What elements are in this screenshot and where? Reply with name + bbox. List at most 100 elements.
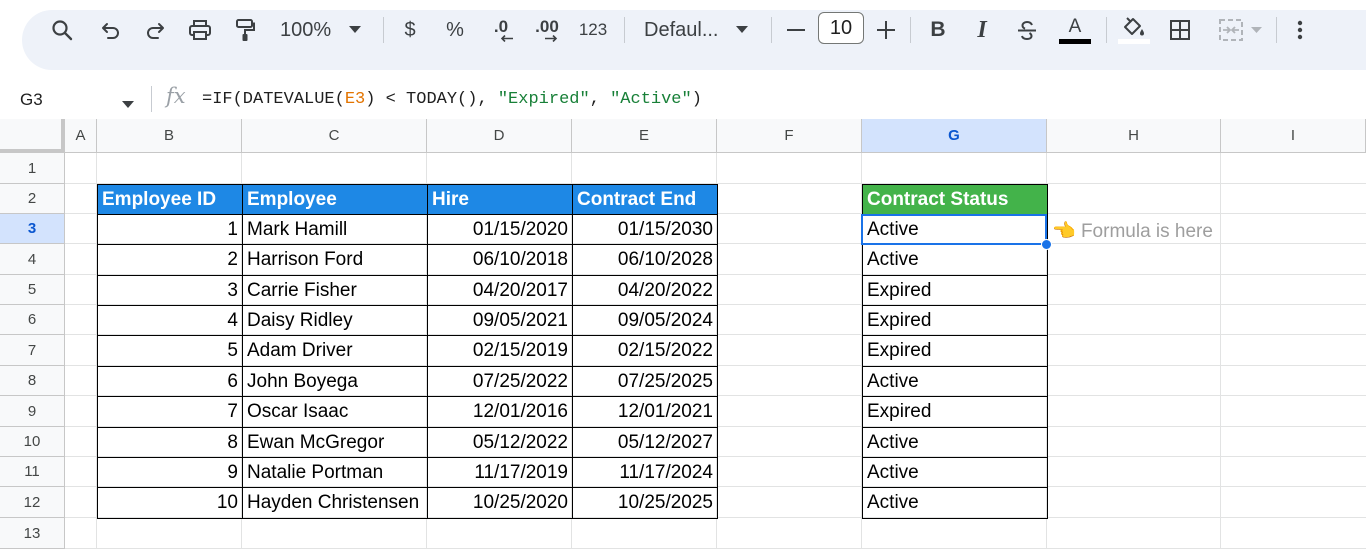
table-header-cell[interactable]: Employee ID: [97, 184, 243, 215]
column-header-h[interactable]: H: [1047, 119, 1221, 153]
table-cell[interactable]: 05/12/2022: [427, 427, 573, 458]
font-size-input[interactable]: 10: [818, 12, 864, 44]
table-cell[interactable]: Daisy Ridley: [242, 305, 428, 336]
table-cell[interactable]: 01/15/2020: [427, 214, 573, 245]
formula-input[interactable]: =IF(DATEVALUE(E3) < TODAY(), "Expired", …: [202, 86, 702, 114]
name-box-dropdown-icon[interactable]: [122, 96, 134, 114]
table-cell[interactable]: 02/15/2019: [427, 335, 573, 367]
table-cell[interactable]: 3: [97, 275, 243, 306]
row-header[interactable]: 11: [0, 457, 65, 487]
table-cell[interactable]: 12/01/2021: [572, 396, 718, 428]
paint-format-icon[interactable]: [232, 0, 258, 60]
table-cell[interactable]: Mark Hamill: [242, 214, 428, 245]
table-cell[interactable]: Harrison Ford: [242, 244, 428, 276]
table-cell[interactable]: Ewan McGregor: [242, 427, 428, 458]
column-header-b[interactable]: B: [97, 119, 242, 153]
table-cell[interactable]: Natalie Portman: [242, 457, 428, 488]
table-header-cell[interactable]: Contract End: [572, 184, 718, 215]
row-header[interactable]: 2: [0, 184, 65, 214]
table-cell[interactable]: 05/12/2027: [572, 427, 718, 458]
table-cell[interactable]: Carrie Fisher: [242, 275, 428, 306]
bold-button[interactable]: B: [926, 0, 950, 60]
table-cell[interactable]: 4: [97, 305, 243, 336]
table-cell[interactable]: 04/20/2022: [572, 275, 718, 306]
selected-cell-outline[interactable]: [861, 214, 1047, 245]
table-cell[interactable]: 07/25/2022: [427, 366, 573, 397]
column-header-f[interactable]: F: [717, 119, 862, 153]
status-cell[interactable]: Expired: [862, 275, 1048, 306]
table-cell[interactable]: 1: [97, 214, 243, 245]
status-cell[interactable]: Expired: [862, 335, 1048, 367]
column-header-g[interactable]: G: [862, 119, 1047, 153]
table-cell[interactable]: 04/20/2017: [427, 275, 573, 306]
table-cell[interactable]: 09/05/2021: [427, 305, 573, 336]
row-header[interactable]: 8: [0, 366, 65, 396]
select-all-corner[interactable]: [0, 119, 65, 153]
status-cell[interactable]: Expired: [862, 305, 1048, 336]
redo-icon[interactable]: [142, 0, 168, 60]
table-cell[interactable]: 6: [97, 366, 243, 397]
row-header[interactable]: 9: [0, 396, 65, 427]
row-header[interactable]: 7: [0, 335, 65, 366]
row-header[interactable]: 3: [0, 214, 65, 244]
more-formats-button[interactable]: 123: [576, 0, 610, 60]
fill-handle[interactable]: [1041, 239, 1052, 250]
decrease-decimal-button[interactable]: .0: [486, 0, 516, 60]
undo-icon[interactable]: [98, 0, 124, 60]
row-header[interactable]: 4: [0, 244, 65, 275]
table-cell[interactable]: 06/10/2028: [572, 244, 718, 276]
table-cell[interactable]: 9: [97, 457, 243, 488]
column-header-a[interactable]: A: [65, 119, 97, 153]
decrease-font-size-button[interactable]: [784, 0, 808, 60]
status-cell[interactable]: Active: [862, 366, 1048, 397]
increase-font-size-button[interactable]: [874, 0, 898, 60]
format-currency-button[interactable]: $: [398, 0, 422, 60]
row-header[interactable]: 12: [0, 487, 65, 518]
table-cell[interactable]: 10/25/2020: [427, 487, 573, 519]
table-cell[interactable]: John Boyega: [242, 366, 428, 397]
text-color-button[interactable]: A: [1058, 0, 1092, 60]
status-header-cell[interactable]: Contract Status: [862, 184, 1048, 215]
more-options-button[interactable]: [1288, 0, 1312, 60]
increase-decimal-button[interactable]: .00: [530, 0, 564, 60]
table-cell[interactable]: Oscar Isaac: [242, 396, 428, 428]
search-menus-icon[interactable]: [48, 0, 76, 60]
status-cell[interactable]: Expired: [862, 396, 1048, 428]
column-header-d[interactable]: D: [427, 119, 572, 153]
table-cell[interactable]: 01/15/2030: [572, 214, 718, 245]
borders-button[interactable]: [1166, 0, 1194, 60]
name-box[interactable]: G3: [20, 86, 43, 114]
fill-color-button[interactable]: [1116, 0, 1152, 60]
status-cell[interactable]: Active: [862, 457, 1048, 488]
table-header-cell[interactable]: Hire: [427, 184, 573, 215]
font-family-select[interactable]: Defaul...: [638, 0, 758, 60]
table-cell[interactable]: 5: [97, 335, 243, 367]
row-header[interactable]: 5: [0, 275, 65, 305]
table-cell[interactable]: 10: [97, 487, 243, 519]
status-cell[interactable]: Active: [862, 487, 1048, 519]
row-header[interactable]: 10: [0, 427, 65, 457]
status-cell[interactable]: Active: [862, 427, 1048, 458]
table-cell[interactable]: 02/15/2022: [572, 335, 718, 367]
table-cell[interactable]: 11/17/2024: [572, 457, 718, 488]
table-cell[interactable]: 06/10/2018: [427, 244, 573, 276]
italic-button[interactable]: I: [970, 0, 994, 60]
strikethrough-button[interactable]: [1014, 0, 1040, 60]
merge-cells-button[interactable]: [1212, 0, 1266, 60]
column-header-i[interactable]: I: [1221, 119, 1366, 153]
table-header-cell[interactable]: Employee: [242, 184, 428, 215]
table-cell[interactable]: 2: [97, 244, 243, 276]
row-header[interactable]: 1: [0, 153, 65, 184]
column-header-c[interactable]: C: [242, 119, 427, 153]
table-cell[interactable]: Adam Driver: [242, 335, 428, 367]
table-cell[interactable]: 7: [97, 396, 243, 428]
table-cell[interactable]: 07/25/2025: [572, 366, 718, 397]
column-header-e[interactable]: E: [572, 119, 717, 153]
table-cell[interactable]: 11/17/2019: [427, 457, 573, 488]
table-cell[interactable]: 10/25/2025: [572, 487, 718, 519]
table-cell[interactable]: Hayden Christensen: [242, 487, 428, 519]
status-cell[interactable]: Active: [862, 244, 1048, 276]
table-cell[interactable]: 09/05/2024: [572, 305, 718, 336]
row-header[interactable]: 13: [0, 518, 65, 549]
format-percent-button[interactable]: %: [442, 0, 468, 60]
